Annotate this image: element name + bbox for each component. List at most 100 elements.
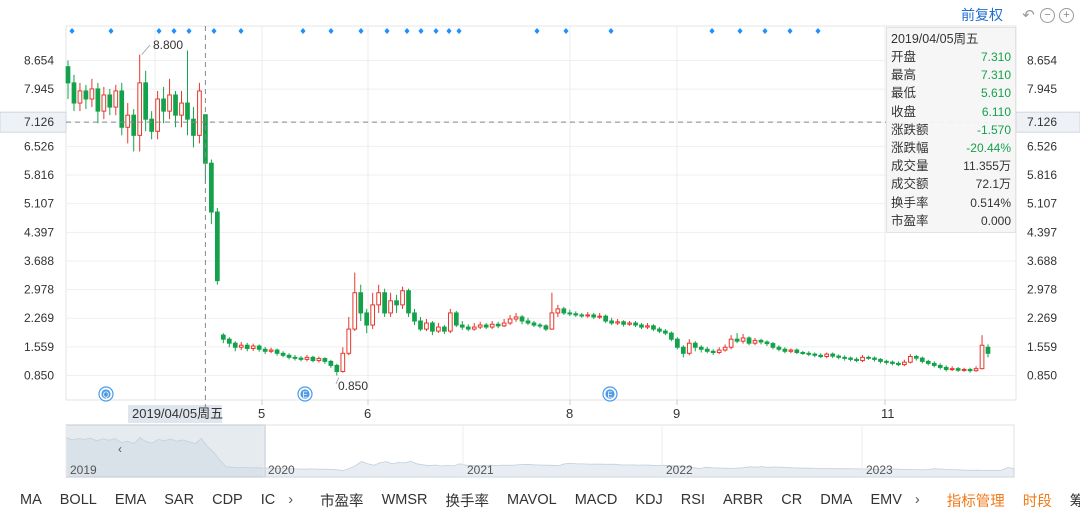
- y-tick-right: 2.269: [1027, 311, 1057, 325]
- indicator-tab[interactable]: KDJ: [626, 492, 671, 508]
- candle: [382, 288, 387, 317]
- y-tick-right: 7.945: [1027, 82, 1057, 96]
- indicator-tab[interactable]: SAR: [155, 492, 203, 508]
- candle-body: [352, 292, 358, 330]
- tabs-scroll-right-icon[interactable]: ›: [284, 492, 299, 508]
- tabs-more-right-icon[interactable]: ›: [911, 492, 926, 508]
- candle-body: [179, 102, 184, 116]
- indicator-tab[interactable]: MAVOL: [498, 492, 566, 508]
- candle-body: [483, 324, 489, 328]
- candle-body: [340, 352, 346, 372]
- indicator-tab[interactable]: ARBR: [714, 492, 772, 508]
- candle-body: [286, 354, 292, 358]
- indicator-tab[interactable]: 换手率: [436, 490, 498, 511]
- candle-body: [878, 358, 883, 362]
- indicator-tab[interactable]: 市盈率: [311, 490, 373, 511]
- candle-body: [328, 360, 334, 366]
- candle-body: [561, 308, 567, 314]
- x-tick-label: 6: [364, 406, 371, 421]
- indicator-tab[interactable]: EMA: [106, 492, 155, 508]
- indicator-tab[interactable]: MA: [0, 492, 51, 508]
- indicator-tab[interactable]: RSI: [672, 492, 714, 508]
- info-date: 2019/04/05周五: [891, 32, 979, 46]
- indicator-tab[interactable]: WMSR: [373, 492, 437, 508]
- timeshare-button[interactable]: 时段: [1014, 490, 1061, 511]
- info-key: 涨跌幅: [891, 140, 929, 155]
- candle-body: [788, 349, 794, 352]
- y-tick-right: 1.559: [1027, 340, 1057, 354]
- info-row: 涨跌幅 -20.44%: [891, 139, 1011, 157]
- indicator-tab[interactable]: IC: [252, 492, 285, 508]
- info-row: 成交额 72.1万: [891, 175, 1011, 193]
- candle-body: [716, 349, 722, 353]
- candle-body: [669, 332, 674, 340]
- candle-body: [907, 356, 913, 363]
- y-tick-right: 0.850: [1027, 369, 1057, 383]
- indicator-tab[interactable]: CR: [772, 492, 811, 508]
- info-value: 6.110: [981, 104, 1011, 119]
- candle-body: [424, 322, 429, 330]
- candle-body: [830, 353, 836, 357]
- candle-body: [191, 118, 196, 136]
- chips-button[interactable]: 筹码: [1061, 490, 1080, 511]
- y-tick-left: 4.397: [24, 225, 54, 239]
- candle-body: [83, 90, 89, 100]
- candle-body: [752, 339, 758, 344]
- candle-body: [220, 334, 226, 340]
- candle-body: [896, 362, 901, 366]
- candle-body: [854, 358, 859, 362]
- candle-body: [447, 312, 453, 332]
- y-tick-right: 6.526: [1027, 139, 1057, 153]
- navigator-year-label: 2022: [666, 463, 693, 477]
- candle-body: [872, 357, 877, 360]
- candle-body: [268, 349, 274, 352]
- info-row: 最高 7.310: [891, 66, 1011, 84]
- candle-body: [161, 98, 166, 112]
- candle-body: [292, 356, 298, 359]
- stock-chart-app: 8.654 8.654 7.945 7.945 6.526 6.526 5.816 5.816…: [0, 0, 1080, 520]
- undo-icon[interactable]: ↶: [1021, 8, 1036, 23]
- indicator-tab[interactable]: BOLL: [51, 492, 106, 508]
- info-key: 市盈率: [891, 213, 929, 228]
- indicator-tab[interactable]: MACD: [566, 492, 627, 508]
- indicator-tab[interactable]: DMA: [811, 492, 861, 508]
- candle-body: [573, 313, 579, 316]
- event-badge-letter: E: [607, 391, 612, 400]
- zoom-in-icon[interactable]: +: [1059, 7, 1074, 23]
- candle-body: [412, 312, 417, 322]
- candle-body: [985, 346, 991, 354]
- indicator-manage-button[interactable]: 指标管理: [938, 490, 1014, 511]
- ohlc-info-panel: 2019/04/05周五 开盘 7.310 最高 7.310 最低 5.610 收盘 6.11…: [886, 27, 1016, 233]
- candle-body: [567, 312, 573, 315]
- candle-body: [531, 322, 537, 326]
- candle-body: [627, 322, 632, 325]
- zoom-out-icon[interactable]: −: [1040, 7, 1055, 23]
- indicator-tab[interactable]: EMV: [861, 492, 910, 508]
- candle-body: [961, 368, 967, 371]
- y-tick-right: 8.654: [1027, 54, 1057, 68]
- candle-body: [925, 360, 931, 364]
- candle-body: [722, 346, 728, 351]
- candle-body: [824, 353, 830, 358]
- restore-right-toggle[interactable]: 前复权: [961, 5, 1003, 25]
- navigator[interactable]: ‹ 2019 2020 2021 2022 2023: [65, 424, 1015, 478]
- candle-body: [800, 351, 806, 354]
- indicator-tab[interactable]: CDP: [203, 492, 252, 508]
- event-badge: E: [602, 386, 618, 402]
- info-row: 涨跌额 -1.570: [891, 121, 1011, 139]
- candle-body: [633, 322, 638, 326]
- candle-body: [692, 342, 698, 348]
- candle-body: [818, 354, 824, 358]
- candle: [674, 337, 680, 350]
- candle-body: [382, 292, 387, 314]
- candle-body: [663, 330, 668, 334]
- candle-body: [430, 322, 435, 332]
- candle-body: [442, 326, 447, 332]
- candle-body: [125, 114, 131, 128]
- candle-body: [555, 308, 561, 314]
- candle-body: [848, 357, 853, 360]
- candle-body: [226, 338, 232, 344]
- x-tick-label: 11: [881, 406, 895, 421]
- candle-body: [197, 90, 202, 136]
- candle-body: [489, 323, 495, 328]
